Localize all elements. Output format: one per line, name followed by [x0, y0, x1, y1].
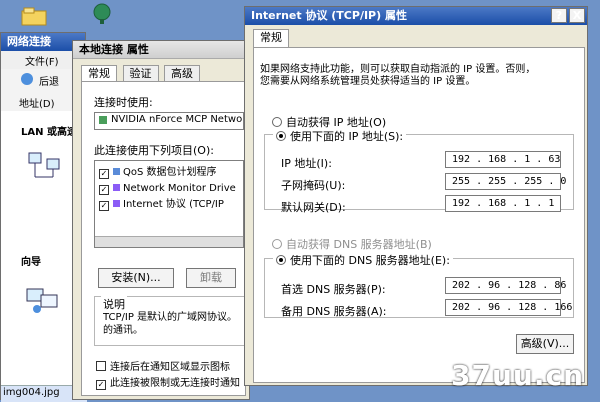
- adapter-icon: [99, 116, 107, 124]
- description-title: 说明: [101, 296, 127, 312]
- manual-ip-radio[interactable]: [276, 131, 286, 141]
- auto-dns-radio[interactable]: [272, 239, 282, 249]
- wizard-icon[interactable]: [23, 283, 63, 317]
- component-monitor-label: Network Monitor Drive: [123, 183, 236, 194]
- tcpip-title-bar: Internet 协议 (TCP/IP) 属性 ? X: [245, 7, 587, 25]
- manual-ip-option[interactable]: 使用下面的 IP 地址(S):: [273, 128, 407, 144]
- back-button-label[interactable]: 后退: [39, 73, 59, 88]
- component-monitor-row[interactable]: ✓ Network Monitor Drive: [99, 180, 236, 195]
- adapter-box: NVIDIA nForce MCP Netwo: [94, 112, 244, 130]
- show-icon-label: 连接后在通知区域显示图标: [110, 362, 230, 373]
- notify-label: 此连接被限制或无连接时通知: [110, 378, 240, 389]
- preferred-dns-label: 首选 DNS 服务器(P):: [281, 283, 386, 296]
- advanced-button[interactable]: 高级(V)...: [516, 334, 574, 354]
- back-arrow-icon[interactable]: [21, 73, 33, 85]
- manual-dns-radio[interactable]: [276, 255, 286, 265]
- component-monitor-checkbox[interactable]: ✓: [99, 185, 109, 195]
- manual-ip-label: 使用下面的 IP 地址(S):: [290, 130, 404, 143]
- component-qos-row[interactable]: ✓ QoS 数据包计划程序: [99, 164, 217, 179]
- auto-dns-option[interactable]: 自动获得 DNS 服务器地址(B): [272, 236, 432, 252]
- background-file-menu[interactable]: 文件(F): [25, 53, 59, 68]
- component-tcpip-checkbox[interactable]: ✓: [99, 201, 109, 211]
- monitor-icon: [113, 184, 120, 191]
- local-general-panel: 连接时使用: NVIDIA nForce MCP Netwo 此连接使用下列项目…: [81, 81, 246, 396]
- description-line-1: TCP/IP 是默认的广域网协议。: [103, 312, 238, 323]
- components-scrollbar[interactable]: [95, 236, 243, 247]
- subnet-mask-field[interactable]: 255 . 255 . 255 . 0: [445, 173, 566, 190]
- auto-dns-label: 自动获得 DNS 服务器地址(B): [286, 238, 432, 251]
- connect-using-label: 连接时使用:: [94, 96, 153, 109]
- intro-line-2: 您需要从网络系统管理员处获得适当的 IP 设置。: [260, 76, 476, 87]
- alternate-dns-label: 备用 DNS 服务器(A):: [281, 305, 387, 318]
- adapter-name: NVIDIA nForce MCP Netwo: [111, 114, 243, 125]
- tab-advanced[interactable]: 高级: [164, 65, 200, 81]
- tcpip-icon: [113, 200, 120, 207]
- manual-ip-group: 使用下面的 IP 地址(S): IP 地址(I): 192 . 168 . 1 …: [264, 128, 574, 214]
- tcpip-tabs: 常规: [253, 29, 291, 47]
- help-button[interactable]: ?: [551, 8, 567, 23]
- manual-dns-label: 使用下面的 DNS 服务器地址(E):: [290, 254, 450, 267]
- alternate-dns-field[interactable]: 202 . 96 . 128 . 166: [445, 299, 572, 316]
- address-label: 地址(D): [19, 99, 55, 110]
- preferred-dns-field[interactable]: 202 . 96 . 128 . 86: [445, 277, 566, 294]
- tcpip-window-title: Internet 协议 (TCP/IP) 属性: [251, 9, 407, 22]
- manual-dns-option[interactable]: 使用下面的 DNS 服务器地址(E):: [273, 252, 453, 268]
- components-list: ✓ QoS 数据包计划程序 ✓ Network Monitor Drive ✓ Int…: [94, 160, 244, 248]
- notify-option[interactable]: ✓ 此连接被限制或无连接时通知: [96, 374, 240, 390]
- description-line-2: 的通讯。: [103, 325, 143, 336]
- component-qos-label: QoS 数据包计划程序: [123, 167, 217, 178]
- qos-icon: [113, 168, 120, 175]
- install-button[interactable]: 安装(N)...: [98, 268, 174, 288]
- tcpip-properties-window: Internet 协议 (TCP/IP) 属性 ? X 常规 如果网络支持此功能…: [244, 6, 588, 386]
- subnet-mask-label: 子网掩码(U):: [281, 179, 346, 192]
- tab-general-tcpip[interactable]: 常规: [253, 29, 289, 47]
- local-connection-title: 本地连接 属性: [73, 41, 249, 59]
- tab-authentication[interactable]: 验证: [122, 65, 159, 81]
- network-icon[interactable]: [88, 2, 116, 24]
- default-gateway-field[interactable]: 192 . 168 . 1 . 1: [445, 195, 561, 212]
- ip-address-field[interactable]: 192 . 168 . 1 . 63: [445, 151, 561, 168]
- lan-section-title: LAN 或高速: [21, 127, 77, 138]
- description-text: TCP/IP 是默认的广域网协议。 的通讯。: [103, 311, 239, 337]
- bottom-file-label: img004.jpg: [3, 387, 60, 398]
- description-group: 说明 TCP/IP 是默认的广域网协议。 的通讯。: [94, 296, 246, 346]
- component-tcpip-label: Internet 协议 (TCP/IP: [123, 199, 224, 210]
- wizard-section-title: 向导: [21, 257, 41, 268]
- uninstall-button[interactable]: 卸载: [186, 268, 236, 288]
- component-qos-checkbox[interactable]: ✓: [99, 169, 109, 179]
- default-gateway-label: 默认网关(D):: [281, 201, 346, 214]
- show-icon-option[interactable]: 连接后在通知区域显示图标: [96, 358, 230, 373]
- lan-network-icon[interactable]: [23, 149, 65, 183]
- auto-ip-radio[interactable]: [272, 117, 282, 127]
- notify-checkbox[interactable]: ✓: [96, 380, 106, 390]
- close-button[interactable]: X: [569, 8, 585, 23]
- tcpip-general-panel: 如果网络支持此功能，则可以获取自动指派的 IP 设置。否则， 您需要从网络系统管…: [253, 47, 585, 383]
- local-connection-properties-window: 本地连接 属性 常规 验证 高级 连接时使用: NVIDIA nForce MC…: [72, 40, 250, 400]
- show-icon-checkbox[interactable]: [96, 361, 106, 371]
- manual-dns-group: 使用下面的 DNS 服务器地址(E): 首选 DNS 服务器(P): 202 .…: [264, 252, 574, 318]
- components-label: 此连接使用下列项目(O):: [94, 144, 214, 157]
- component-tcpip-row[interactable]: ✓ Internet 协议 (TCP/IP: [99, 196, 224, 211]
- folder-icon[interactable]: [20, 5, 48, 27]
- ip-address-label: IP 地址(I):: [281, 157, 332, 170]
- site-watermark: 37uu.cn: [451, 359, 584, 392]
